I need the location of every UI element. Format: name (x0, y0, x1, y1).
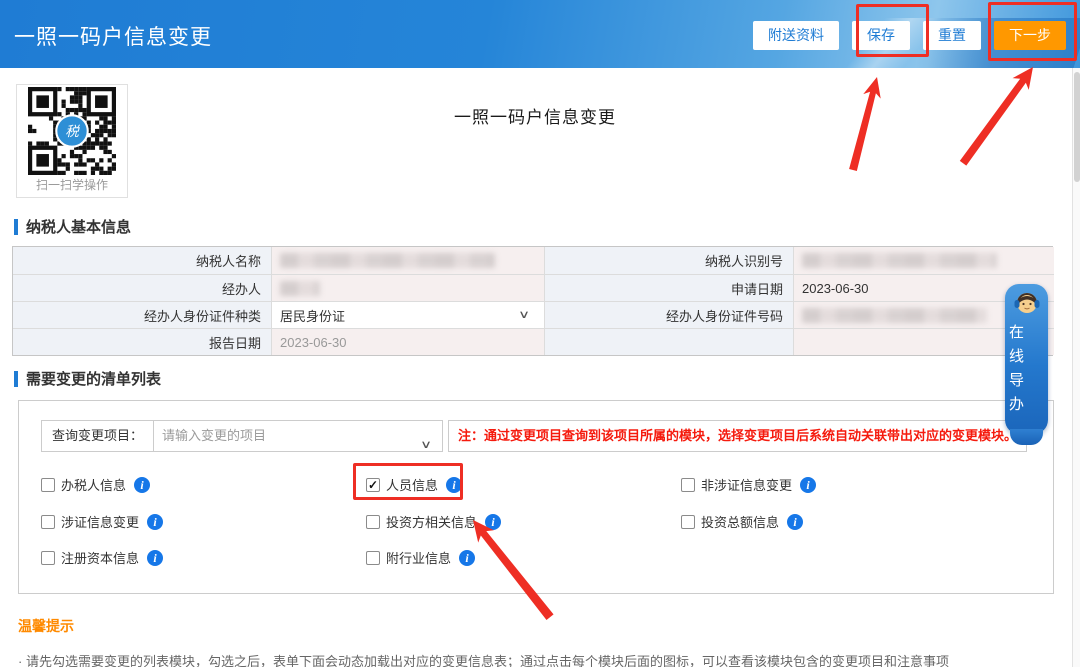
header-actions: 附送资料 保存 重置 下一步 (753, 21, 1066, 50)
customer-service-avatar-icon (1014, 293, 1039, 313)
qr-code-panel: 税 扫一扫学操作 (16, 84, 128, 198)
info-icon[interactable]: i (147, 549, 164, 566)
agent-name-field (272, 274, 545, 301)
redacted-value (802, 253, 997, 268)
section-accent-bar (14, 370, 18, 387)
section-change-list: 需要变更的清单列表 (14, 368, 161, 389)
redacted-value (280, 280, 320, 296)
section-accent-bar (14, 218, 18, 235)
chevron-down-icon: ∨ (517, 309, 531, 321)
section-basic-info: 纳税人基本信息 (14, 216, 131, 237)
scrollbar-thumb[interactable] (1074, 72, 1080, 182)
app-title: 一照一码户信息变更 (14, 26, 212, 49)
checkbox-label: 非涉证信息变更 (701, 478, 793, 493)
info-icon[interactable]: i (800, 476, 817, 493)
vertical-scrollbar[interactable] (1072, 68, 1080, 667)
online-guide-label: 在线导办 (1007, 324, 1024, 420)
section-title: 纳税人基本信息 (26, 219, 132, 236)
taxpayer-id-field (794, 247, 1054, 274)
field-label: 经办人身份证件种类 (13, 301, 272, 328)
section-title: 需要变更的清单列表 (26, 371, 162, 388)
checkbox[interactable] (681, 514, 695, 529)
checkbox[interactable] (41, 477, 55, 492)
checkbox-item-industry[interactable]: 附行业信息 i (366, 548, 476, 567)
query-group: 查询变更项目： 请输入变更的项目 ∨ (41, 420, 444, 452)
checkbox-label: 人员信息 (386, 478, 439, 493)
checkbox-label: 涉证信息变更 (61, 515, 140, 530)
tips-title: 温馨提示 (18, 618, 74, 634)
checkbox-label: 附行业信息 (386, 551, 452, 566)
checkbox-label: 投资总额信息 (701, 515, 780, 530)
basic-info-table: 纳税人名称 纳税人识别号 经办人 申请日期 2023-06-30 经办人身份证件… (12, 246, 1054, 356)
select-placeholder: 请输入变更的项目 (162, 428, 267, 443)
redacted-value (802, 307, 987, 323)
checkbox[interactable] (41, 550, 55, 565)
field-label (545, 328, 794, 355)
agent-id-type-select[interactable]: 居民身份证 ∨ (272, 301, 545, 328)
checkbox-item-personnel[interactable]: ✓ 人员信息 i (366, 475, 463, 494)
checkbox-label: 办税人信息 (61, 478, 127, 493)
next-step-button[interactable]: 下一步 (994, 21, 1066, 50)
checkbox[interactable] (681, 477, 695, 492)
info-icon[interactable]: i (485, 513, 502, 530)
info-icon[interactable]: i (459, 549, 476, 566)
field-label: 报告日期 (13, 328, 272, 355)
taxpayer-name-field (272, 247, 545, 274)
checkbox-item-noncert[interactable]: 非涉证信息变更 i (681, 475, 817, 494)
checkbox[interactable] (366, 550, 380, 565)
checkbox-label: 投资方相关信息 (386, 515, 478, 530)
chevron-down-icon: ∨ (419, 439, 433, 451)
info-icon[interactable]: i (134, 476, 151, 493)
qr-code-image: 税 (28, 87, 116, 175)
checkbox-item-taxhandler[interactable]: 办税人信息 i (41, 475, 151, 494)
checkbox-label: 注册资本信息 (61, 551, 140, 566)
checkbox-item-investment-total[interactable]: 投资总额信息 i (681, 512, 804, 531)
checkbox-item-cert[interactable]: 涉证信息变更 i (41, 512, 164, 531)
report-date-field: 2023-06-30 (272, 328, 545, 355)
info-icon[interactable]: i (787, 513, 804, 530)
field-label: 纳税人名称 (13, 247, 272, 274)
change-list-panel: 查询变更项目： 请输入变更的项目 ∨ 注：通过变更项目查询到该项目所属的模块，选… (18, 400, 1054, 594)
field-label: 经办人 (13, 274, 272, 301)
field-label: 经办人身份证件号码 (545, 301, 794, 328)
info-icon[interactable]: i (147, 513, 164, 530)
attach-materials-button[interactable]: 附送资料 (753, 21, 839, 50)
checkbox-item-investor[interactable]: 投资方相关信息 i (366, 512, 502, 531)
save-button[interactable]: 保存 (852, 21, 910, 50)
qr-caption: 扫一扫学操作 (35, 178, 108, 192)
selected-option: 居民身份证 (280, 308, 346, 324)
page-title: 一照一码户信息变更 (454, 108, 616, 127)
redacted-value (280, 253, 495, 268)
query-note: 注：通过变更项目查询到该项目所属的模块，选择变更项目后系统自动关联带出对应的变更… (448, 420, 1028, 452)
checkbox[interactable] (41, 514, 55, 529)
query-label: 查询变更项目： (42, 421, 155, 451)
page: 一照一码户信息变更 附送资料 保存 重置 下一步 税 扫一扫学操作 一照一码户信… (0, 0, 1080, 667)
checkbox[interactable] (366, 514, 380, 529)
change-item-search-select[interactable]: 请输入变更的项目 ∨ (154, 421, 442, 451)
query-row: 查询变更项目： 请输入变更的项目 ∨ 注：通过变更项目查询到该项目所属的模块，选… (41, 420, 1028, 452)
online-guide-widget[interactable]: 在线导办 (1005, 284, 1048, 445)
field-label: 申请日期 (545, 274, 794, 301)
checkbox[interactable]: ✓ (366, 477, 380, 492)
tips-text: · 请先勾选需要变更的列表模块，勾选之后，表单下面会动态加载出对应的变更信息表；… (18, 654, 949, 667)
checkbox-item-registered-capital[interactable]: 注册资本信息 i (41, 548, 164, 567)
field-label: 纳税人识别号 (545, 247, 794, 274)
reset-button[interactable]: 重置 (923, 21, 981, 50)
info-icon[interactable]: i (446, 476, 463, 493)
header-bar: 一照一码户信息变更 附送资料 保存 重置 下一步 (0, 0, 1080, 68)
